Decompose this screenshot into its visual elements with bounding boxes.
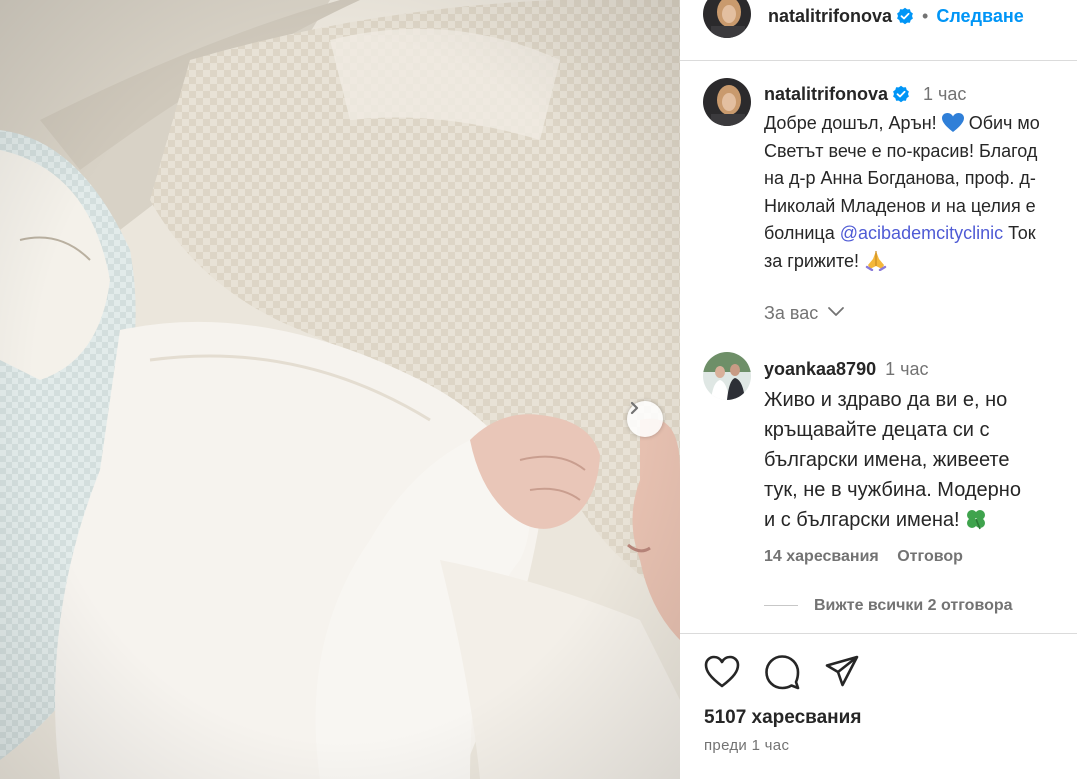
- caption-line-3: на д-р Анна Богданова, проф. д-: [764, 168, 1036, 188]
- heart-icon[interactable]: [702, 652, 742, 692]
- four-leaf-clover-emoji: [967, 510, 986, 530]
- post-likes-count[interactable]: 5107 харесвания: [704, 707, 861, 729]
- newborn-photo-image: [0, 0, 680, 779]
- next-image-button[interactable]: [627, 401, 663, 437]
- comment-line-1: Живо и здраво да ви е, но: [764, 389, 1008, 411]
- commenter-username[interactable]: yoankaa8790: [764, 359, 876, 379]
- mention-link[interactable]: @acibademcityclinic: [840, 223, 1003, 243]
- caption-author-avatar[interactable]: [703, 78, 751, 126]
- caption-time[interactable]: 1 час: [923, 84, 966, 104]
- view-replies-button[interactable]: Вижте всички 2 отговора: [764, 597, 1013, 615]
- chevron-down-icon: [828, 307, 845, 316]
- caption-line-6: за грижите!: [764, 250, 860, 271]
- comment-line-2: кръщавайте децата си с: [764, 419, 990, 441]
- follow-button[interactable]: Следване: [936, 6, 1023, 26]
- post-actions: 5107 харесвания преди 1 час: [680, 633, 1077, 780]
- replies-divider: [764, 605, 798, 607]
- comment-bubble-icon[interactable]: [762, 652, 802, 692]
- post-photo[interactable]: [0, 0, 680, 779]
- paper-plane-icon[interactable]: [822, 652, 862, 692]
- caption-username[interactable]: natalitrifonova: [764, 84, 888, 104]
- author-avatar-image: [703, 0, 751, 38]
- caption-author-avatar-image: [703, 78, 751, 126]
- view-replies-label: Вижте всички 2 отговора: [814, 597, 1013, 614]
- post-details-pane: natalitrifonova • Следване natalitrifono…: [680, 0, 1077, 779]
- folded-hands-emoji: [865, 250, 887, 271]
- caption-line-2: Светът вече е по-красив! Благод: [764, 140, 1038, 161]
- separator-dot: •: [922, 6, 929, 26]
- caption-line-5: болница: [764, 223, 835, 243]
- caption-text: Добре дошъл, Арън! Обич мо Светът вече е…: [764, 110, 1077, 275]
- author-username[interactable]: natalitrifonova: [768, 6, 892, 26]
- chevron-right-icon: [630, 401, 639, 415]
- comment-line-5: и с български имена!: [764, 509, 960, 531]
- for-you-label: За вас: [764, 303, 819, 323]
- caption-line-1b: Обич мо: [968, 113, 1040, 133]
- verified-badge-icon: [897, 7, 913, 25]
- caption-line-5b: Ток: [1008, 223, 1036, 243]
- comment-line-3: български имена, живеете: [764, 449, 1010, 471]
- post-header: natalitrifonova • Следване: [680, 0, 1077, 61]
- commenter-avatar-image: [703, 352, 751, 400]
- reply-button[interactable]: Отговор: [897, 548, 963, 565]
- blue-heart-emoji: [941, 113, 964, 132]
- caption-line-4: Николай Младенов и на целия е: [764, 195, 1036, 216]
- post-timestamp[interactable]: преди 1 час: [704, 737, 789, 754]
- author-avatar[interactable]: [703, 0, 751, 38]
- caption-line-1: Добре дошъл, Арън!: [764, 113, 937, 133]
- verified-badge-icon: [893, 85, 909, 103]
- comment-text: Живо и здраво да ви е, но кръщавайте дец…: [764, 385, 1077, 535]
- for-you-dropdown[interactable]: За вас: [764, 303, 845, 324]
- commenter-avatar[interactable]: [703, 352, 751, 400]
- comment-likes[interactable]: 14 харесвания: [764, 548, 879, 565]
- comment-line-4: тук, не в чужбина. Модерно: [764, 479, 1021, 501]
- comment-time[interactable]: 1 час: [885, 359, 928, 379]
